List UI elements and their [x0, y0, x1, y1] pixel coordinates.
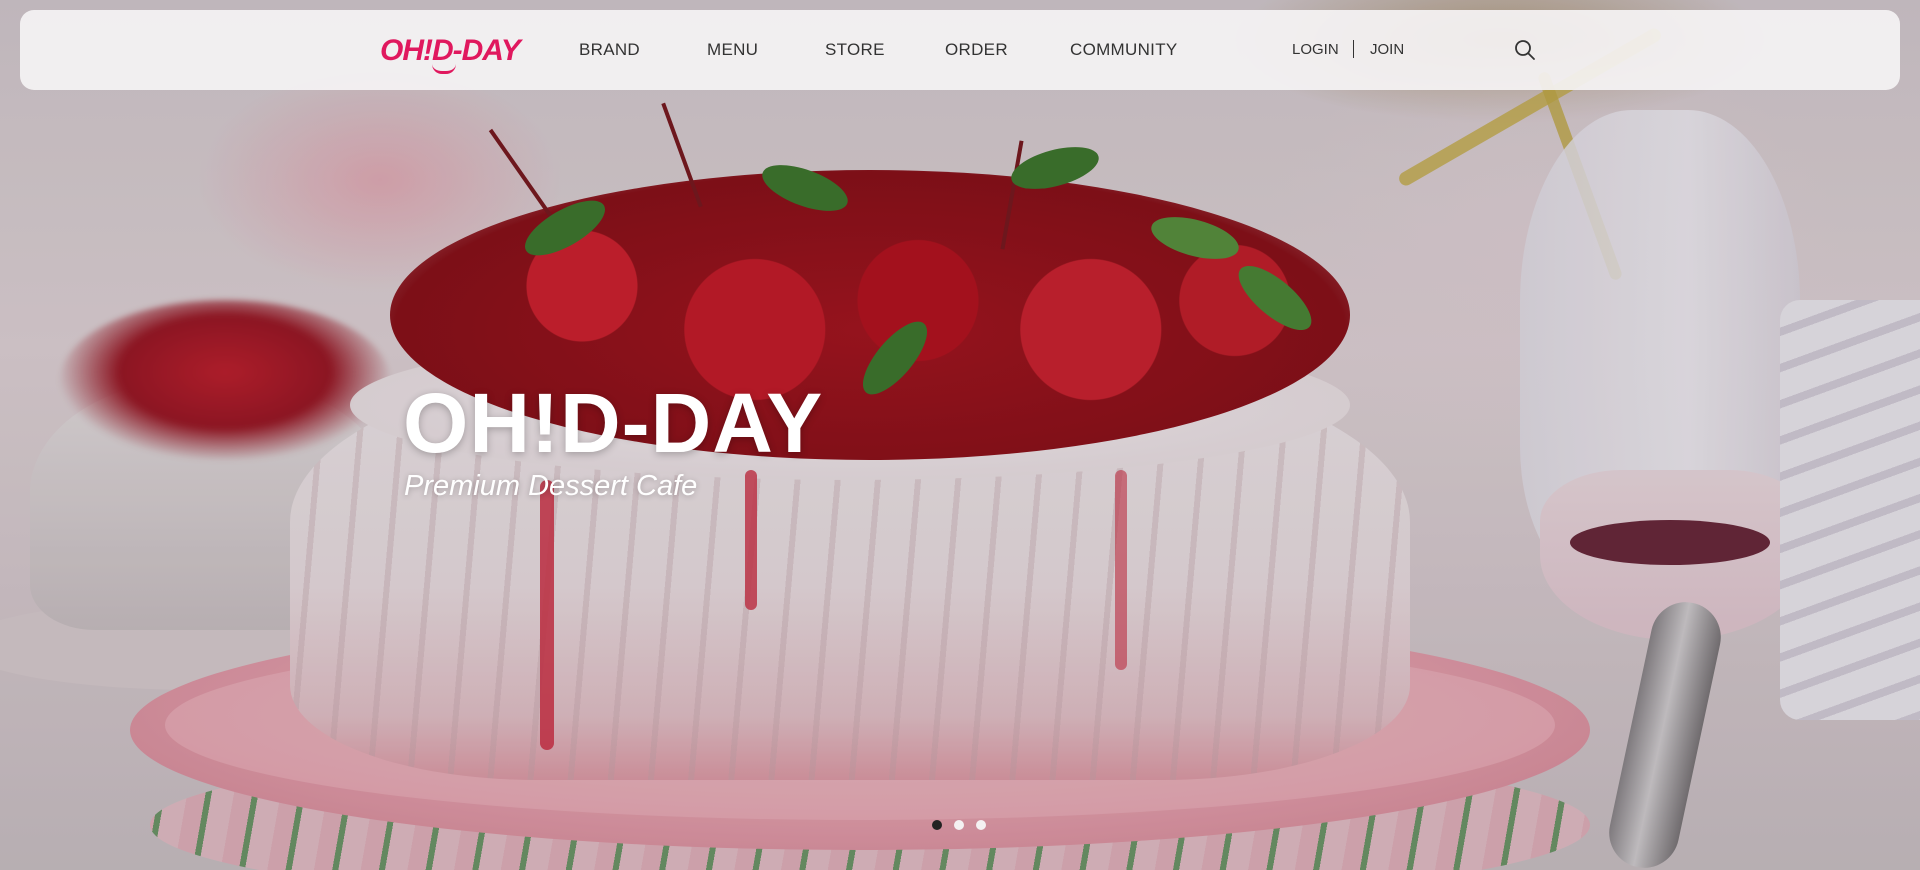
strawberry-leaf: [1146, 208, 1244, 268]
cake-server: [1602, 595, 1728, 870]
strawberry-leaf: [517, 189, 613, 267]
strawberry-leaf: [1006, 138, 1104, 198]
vase: [1520, 110, 1800, 590]
berry-drip: [745, 470, 757, 610]
wheat-decoration: [1536, 70, 1624, 282]
berry-drip: [1115, 470, 1127, 670]
placemat: [150, 740, 1590, 870]
slider-dot-2[interactable]: [954, 820, 964, 830]
hero-background-image: [0, 0, 1920, 870]
logo-text: OH!D-DAY: [380, 34, 521, 67]
cherry-stem: [1000, 140, 1024, 250]
cake-plate-rim: [165, 630, 1555, 820]
nav-item-order[interactable]: ORDER: [945, 40, 1008, 60]
slider-dot-3[interactable]: [976, 820, 986, 830]
logo-smile-mark: [432, 64, 456, 74]
search-icon: [1515, 40, 1535, 60]
divider: [1353, 40, 1354, 58]
search-button[interactable]: [1513, 38, 1537, 62]
strawberry-leaf: [756, 155, 854, 221]
hero-title: OH!D-DAY: [403, 376, 824, 470]
background-plate: [0, 600, 440, 690]
hero-subtitle: Premium Dessert Cafe: [404, 470, 698, 502]
cake-plate: [130, 610, 1590, 850]
background-cake: [30, 380, 390, 630]
berry-drip: [540, 480, 554, 750]
nav-item-community[interactable]: COMMUNITY: [1070, 40, 1178, 60]
site-header: OH!D-DAY BRAND MENU STORE ORDER COMMUNIT…: [20, 10, 1900, 90]
nav-item-store[interactable]: STORE: [825, 40, 885, 60]
brand-logo[interactable]: OH!D-DAY: [380, 28, 521, 74]
slider-pagination: [932, 820, 986, 832]
slider-dot-1[interactable]: [932, 820, 942, 830]
nav-item-brand[interactable]: BRAND: [579, 40, 640, 60]
cherry-stem: [661, 102, 703, 208]
strawberry-leaf: [1228, 255, 1322, 341]
jam: [1570, 520, 1770, 565]
strawberry-leaf: [852, 311, 938, 405]
login-link[interactable]: LOGIN: [1292, 41, 1339, 58]
jam-bowl: [1540, 470, 1810, 640]
join-link[interactable]: JOIN: [1370, 41, 1404, 58]
paper-lamp: [1780, 300, 1920, 720]
cherry-stem: [488, 128, 556, 222]
background-cake-berries: [60, 300, 390, 460]
nav-item-menu[interactable]: MENU: [707, 40, 758, 60]
